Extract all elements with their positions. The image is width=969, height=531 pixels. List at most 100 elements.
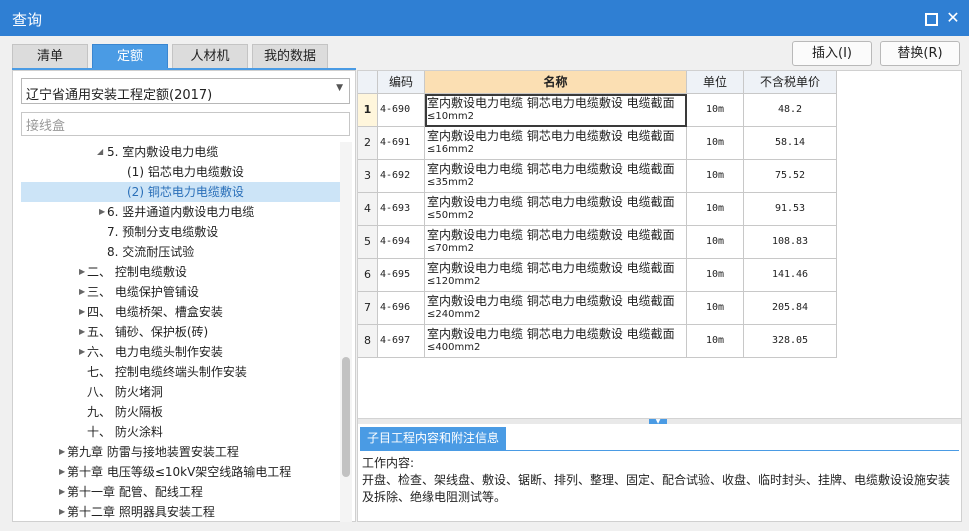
collapsed-icon[interactable]: ▶ <box>59 482 65 502</box>
tree-item[interactable]: ▶ 六、 电力电缆头制作安装 <box>21 342 340 362</box>
cell-code[interactable]: 4-694 <box>378 226 425 259</box>
cell-price[interactable]: 141.46 <box>744 259 837 292</box>
cell-unit[interactable]: 10m <box>687 193 744 226</box>
cell-name[interactable]: 室内敷设电力电缆 铜芯电力电缆敷设 电缆截面 ≤400mm2 <box>425 325 687 358</box>
tree-item[interactable]: 九、 防火隔板 <box>21 402 340 422</box>
tree-item[interactable]: ▶ 第十二章 照明器具安装工程 <box>21 502 340 522</box>
row-number[interactable]: 7 <box>358 292 378 325</box>
work-content-heading: 工作内容: <box>362 456 415 470</box>
cell-price[interactable]: 205.84 <box>744 292 837 325</box>
row-number[interactable]: 4 <box>358 193 378 226</box>
tree-item[interactable]: ▶ 二、 控制电缆敷设 <box>21 262 340 282</box>
replace-button[interactable]: 替换(R) <box>880 41 960 66</box>
cell-code[interactable]: 4-696 <box>378 292 425 325</box>
cell-name[interactable]: 室内敷设电力电缆 铜芯电力电缆敷设 电缆截面 ≤120mm2 <box>425 259 687 292</box>
window-title: 查询 <box>12 11 43 29</box>
tree-item[interactable]: ▶ 第十一章 配管、配线工程 <box>21 482 340 502</box>
tree-item[interactable]: ▶ 第九章 防雷与接地装置安装工程 <box>21 442 340 462</box>
cell-price[interactable]: 91.53 <box>744 193 837 226</box>
insert-button[interactable]: 插入(I) <box>792 41 872 66</box>
collapsed-icon[interactable]: ▶ <box>59 462 65 482</box>
left-panel: 辽宁省通用安装工程定额(2017) ▼ ◢5. 室内敷设电力电缆 (1) 铝芯电… <box>12 70 356 522</box>
tree-item[interactable]: ◢ 5. 室内敷设电力电缆 <box>21 142 340 162</box>
col-header-unit[interactable]: 单位 <box>687 71 744 94</box>
col-header-name[interactable]: 名称 <box>425 71 687 94</box>
tree-item-selected[interactable]: (2) 铜芯电力电缆敷设 <box>21 182 340 202</box>
col-header-code[interactable]: 编码 <box>378 71 425 94</box>
collapsed-icon[interactable]: ▶ <box>99 202 105 222</box>
collapsed-icon[interactable]: ▶ <box>59 502 65 522</box>
tree-item[interactable]: (1) 铝芯电力电缆敷设 <box>21 162 340 182</box>
cell-price[interactable]: 328.05 <box>744 325 837 358</box>
quota-tree: ◢ 5. 室内敷设电力电缆 (1) 铝芯电力电缆敷设 (2) 铜芯电力电缆敷设 ▶… <box>21 142 340 522</box>
row-number[interactable]: 1 <box>358 94 378 127</box>
tree-item[interactable]: ▶ 第十章 电压等级≤10kV架空线路输电工程 <box>21 462 340 482</box>
cell-price[interactable]: 58.14 <box>744 127 837 160</box>
col-header-price[interactable]: 不含税单价 <box>744 71 837 94</box>
cell-code[interactable]: 4-695 <box>378 259 425 292</box>
tree-item[interactable]: ▶ 6. 竖井通道内敷设电力电缆 <box>21 202 340 222</box>
tab-bill[interactable]: 清单 <box>12 44 88 69</box>
cell-name-line: 室内敷设电力电缆 铜芯电力电缆敷设 电缆截面 <box>427 327 675 341</box>
tree-item[interactable]: ▶ 四、 电缆桥架、槽盒安装 <box>21 302 340 322</box>
cell-name-line: ≤35mm2 <box>427 177 474 188</box>
grid-corner <box>358 71 378 94</box>
tab-quota[interactable]: 定额 <box>92 44 168 69</box>
collapse-arrow-icon[interactable]: ▼ <box>649 419 667 425</box>
cell-code[interactable]: 4-691 <box>378 127 425 160</box>
tab-labor-material-machine[interactable]: 人材机 <box>172 44 248 69</box>
row-number[interactable]: 3 <box>358 160 378 193</box>
cell-code[interactable]: 4-697 <box>378 325 425 358</box>
close-icon[interactable]: ✕ <box>944 9 962 27</box>
collapsed-icon[interactable]: ▶ <box>79 302 85 322</box>
cell-unit[interactable]: 10m <box>687 325 744 358</box>
cell-price[interactable]: 108.83 <box>744 226 837 259</box>
cell-unit[interactable]: 10m <box>687 94 744 127</box>
row-number[interactable]: 5 <box>358 226 378 259</box>
cell-name[interactable]: 室内敷设电力电缆 铜芯电力电缆敷设 电缆截面 ≤10mm2 <box>425 94 687 127</box>
quota-library-value: 辽宁省通用安装工程定额(2017) <box>26 88 213 103</box>
cell-code[interactable]: 4-692 <box>378 160 425 193</box>
cell-name[interactable]: 室内敷设电力电缆 铜芯电力电缆敷设 电缆截面 ≤16mm2 <box>425 127 687 160</box>
tree-scrollbar[interactable] <box>340 142 352 522</box>
tree-item[interactable]: 十、 防火涂料 <box>21 422 340 442</box>
row-number[interactable]: 6 <box>358 259 378 292</box>
cell-name[interactable]: 室内敷设电力电缆 铜芯电力电缆敷设 电缆截面 ≤50mm2 <box>425 193 687 226</box>
quota-library-dropdown[interactable]: 辽宁省通用安装工程定额(2017) ▼ <box>21 78 350 104</box>
tree-item[interactable]: 七、 控制电缆终端头制作安装 <box>21 362 340 382</box>
tree-item[interactable]: ▶ 三、 电缆保护管铺设 <box>21 282 340 302</box>
tree-item[interactable]: ▶ 五、 铺砂、保护板(砖) <box>21 322 340 342</box>
cell-name[interactable]: 室内敷设电力电缆 铜芯电力电缆敷设 电缆截面 ≤35mm2 <box>425 160 687 193</box>
scrollbar-thumb[interactable] <box>342 357 350 477</box>
cell-unit[interactable]: 10m <box>687 226 744 259</box>
tab-item-info[interactable]: 子目工程内容和附注信息 <box>360 427 506 450</box>
row-number[interactable]: 8 <box>358 325 378 358</box>
cell-unit[interactable]: 10m <box>687 160 744 193</box>
cell-code[interactable]: 4-690 <box>378 94 425 127</box>
row-number[interactable]: 2 <box>358 127 378 160</box>
collapsed-icon[interactable]: ▶ <box>59 442 65 462</box>
collapsed-icon[interactable]: ▶ <box>79 262 85 282</box>
cell-price[interactable]: 48.2 <box>744 94 837 127</box>
cell-name[interactable]: 室内敷设电力电缆 铜芯电力电缆敷设 电缆截面 ≤240mm2 <box>425 292 687 325</box>
panel-splitter[interactable]: ▼ <box>358 418 961 425</box>
expanded-icon[interactable]: ◢ <box>97 142 103 162</box>
search-input[interactable] <box>21 112 350 136</box>
cell-name[interactable]: 室内敷设电力电缆 铜芯电力电缆敷设 电缆截面 ≤70mm2 <box>425 226 687 259</box>
cell-unit[interactable]: 10m <box>687 292 744 325</box>
tree-item[interactable]: 八、 防火堵洞 <box>21 382 340 402</box>
tab-my-data[interactable]: 我的数据 <box>252 44 328 69</box>
collapsed-icon[interactable]: ▶ <box>79 342 85 362</box>
cell-name-line: 室内敷设电力电缆 铜芯电力电缆敷设 电缆截面 <box>427 294 675 308</box>
cell-price[interactable]: 75.52 <box>744 160 837 193</box>
tree-item[interactable]: 8. 交流耐压试验 <box>21 242 340 262</box>
collapsed-icon[interactable]: ▶ <box>79 322 85 342</box>
maximize-icon[interactable] <box>921 9 939 27</box>
cell-name-line: 室内敷设电力电缆 铜芯电力电缆敷设 电缆截面 <box>427 129 675 143</box>
cell-unit[interactable]: 10m <box>687 127 744 160</box>
tree-item[interactable]: 7. 预制分支电缆敷设 <box>21 222 340 242</box>
cell-code[interactable]: 4-693 <box>378 193 425 226</box>
cell-unit[interactable]: 10m <box>687 259 744 292</box>
title-bar: 查询 ✕ <box>0 0 969 36</box>
collapsed-icon[interactable]: ▶ <box>79 282 85 302</box>
